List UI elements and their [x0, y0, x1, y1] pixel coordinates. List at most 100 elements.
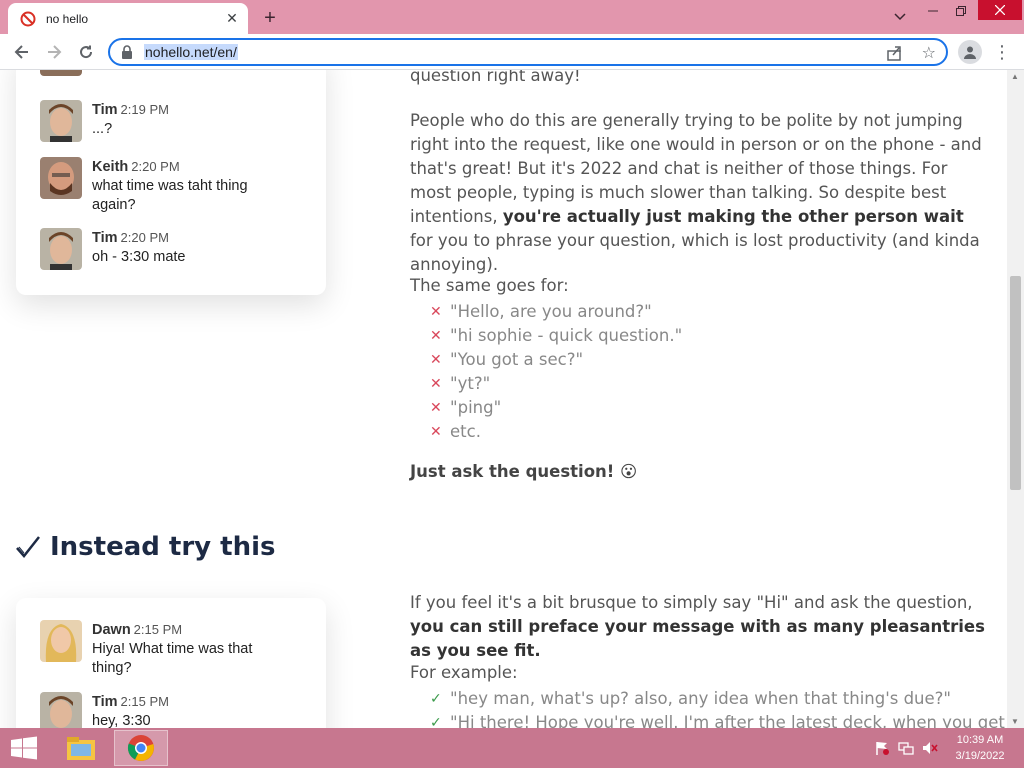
chrome-taskbar-icon[interactable] [114, 730, 168, 766]
list-item-text: "Hello, are you around?" [450, 302, 652, 321]
cross-icon: ✕ [430, 400, 442, 416]
list-item-text: "hey man, what's up? also, any idea when… [450, 689, 952, 708]
avatar [40, 620, 82, 662]
avatar [40, 157, 82, 199]
clock-time: 10:39 AM [956, 734, 1004, 746]
reload-icon[interactable] [74, 40, 98, 64]
chat-time: 2:15 PM [120, 694, 169, 709]
scroll-up-arrow-icon[interactable]: ▲ [1011, 72, 1019, 81]
paragraph-text: If you feel it's a bit brusque to simply… [410, 593, 973, 612]
avatar [40, 228, 82, 270]
minimize-button[interactable] [920, 0, 946, 22]
good-examples-list: ✓ "hey man, what's up? also, any idea whe… [430, 687, 1007, 728]
file-explorer-icon[interactable] [54, 730, 108, 766]
avatar [40, 692, 82, 728]
share-icon[interactable] [886, 44, 904, 62]
chat-message-partial: hi [40, 70, 277, 76]
chat-author: Tim [92, 230, 118, 246]
paragraph-bold: you're actually just making the other pe… [502, 207, 964, 226]
chat-message: Tim 2:15 PM hey, 3:30 [40, 692, 277, 728]
chat-example-card: Dawn 2:15 PM Hiya! What time was that thi… [16, 598, 326, 728]
cross-icon: ✕ [430, 328, 442, 344]
list-item: ✕ "Hello, are you around?" [430, 300, 682, 324]
list-item-text: "You got a sec?" [450, 350, 584, 369]
list-item: ✓ "Hi there! Hope you're well. I'm after … [430, 711, 1007, 728]
clock-date: 3/19/2022 [955, 750, 1005, 762]
url-text[interactable]: nohello.net/en/ [144, 44, 238, 60]
windows-start-icon[interactable] [10, 736, 38, 760]
bad-examples-list: ✕ "Hello, are you around?" ✕ "hi sophie - … [430, 300, 682, 444]
chat-text: oh - 3:30 mate [92, 249, 186, 265]
browser-tab[interactable]: no hello ✕ [8, 3, 248, 34]
bookmark-star-icon[interactable]: ☆ [922, 43, 936, 63]
network-icon[interactable] [898, 740, 914, 756]
chat-message: Tim 2:20 PM oh - 3:30 mate [40, 228, 277, 270]
just-ask-text: Just ask the question! 😮 [410, 462, 638, 481]
chat-time: 2:20 PM [120, 230, 169, 245]
list-item: ✕ etc. [430, 420, 682, 444]
chat-text: hey, 3:30 [92, 713, 151, 728]
list-item-text: "Hi there! Hope you're well. I'm after t… [450, 713, 1007, 728]
tab-close-icon[interactable]: ✕ [224, 10, 240, 27]
tab-search-chevron-icon[interactable] [888, 6, 912, 28]
list-item-text: "yt?" [450, 374, 491, 393]
list-item: ✕ "hi sophie - quick question." [430, 324, 682, 348]
browser-tab-bar: no hello ✕ + [0, 0, 1024, 34]
action-center-flag-icon[interactable] [874, 740, 890, 756]
no-entry-icon [20, 11, 36, 27]
back-arrow-icon[interactable] [10, 40, 34, 64]
windows-taskbar: 10:39 AM 3/19/2022 [0, 728, 1024, 768]
chat-text: hi [92, 70, 277, 76]
chat-author: Dawn [92, 622, 131, 638]
address-bar[interactable]: nohello.net/en/ ☆ [108, 38, 948, 66]
chat-message: Tim 2:19 PM ...? [40, 100, 277, 142]
list-item-text: etc. [450, 422, 481, 441]
cross-icon: ✕ [430, 304, 442, 320]
paragraph-wait: People who do this are generally trying … [410, 109, 990, 277]
page-scrollbar[interactable]: ▲ ▼ [1007, 70, 1024, 728]
web-page: hi Tim2:19 PM ...? Keith2:20 PM what tim… [0, 70, 1007, 728]
chat-message: Dawn 2:15 PM Hiya! What time was that thi… [40, 620, 277, 678]
list-item: ✕ "ping" [430, 396, 682, 420]
chat-text: Hiya! What time was that thing? [92, 641, 253, 676]
cross-icon: ✕ [430, 424, 442, 440]
scroll-down-arrow-icon[interactable]: ▼ [1011, 717, 1019, 726]
heading-text: Instead try this [50, 532, 276, 562]
paragraph-text: for you to phrase your question, which i… [410, 231, 980, 274]
chat-text: ...? [92, 121, 113, 137]
profile-avatar-icon[interactable] [958, 40, 982, 64]
browser-toolbar: nohello.net/en/ ☆ [0, 34, 1024, 70]
intro-tail-text: question right away! [410, 70, 581, 85]
check-icon: ✓ [430, 715, 442, 728]
chat-time: 2:20 PM [131, 159, 180, 174]
chat-author: Tim [92, 102, 118, 118]
chat-example-card: hi Tim2:19 PM ...? Keith2:20 PM what tim… [16, 70, 326, 295]
paragraph-bold: you can still preface your message with … [410, 617, 985, 660]
chat-author: Keith [92, 159, 129, 175]
chat-time: 2:19 PM [120, 102, 169, 117]
chat-text: what time was taht thing again? [92, 178, 248, 213]
section-heading: Instead try this [14, 532, 276, 562]
paragraph-pleasantries: If you feel it's a bit brusque to simply… [410, 591, 990, 663]
same-goes-label: The same goes for: [410, 276, 569, 295]
menu-kebab-icon[interactable]: ⋮ [993, 40, 1011, 64]
avatar [40, 100, 82, 142]
restore-button[interactable] [948, 0, 974, 22]
list-item: ✕ "You got a sec?" [430, 348, 682, 372]
new-tab-button[interactable]: + [258, 6, 282, 30]
list-item: ✕ "yt?" [430, 372, 682, 396]
check-icon: ✓ [430, 691, 442, 707]
scroll-thumb[interactable] [1010, 276, 1021, 490]
chat-message: Keith 2:20 PM what time was taht thing ag… [40, 157, 277, 215]
avatar [40, 70, 82, 76]
close-window-button[interactable] [978, 0, 1022, 20]
taskbar-clock[interactable]: 10:39 AM 3/19/2022 [950, 732, 1010, 764]
list-item-text: "hi sophie - quick question." [450, 326, 683, 345]
lock-icon[interactable] [120, 45, 134, 59]
cross-icon: ✕ [430, 376, 442, 392]
volume-muted-icon[interactable] [922, 740, 938, 756]
forward-arrow-icon[interactable] [42, 40, 66, 64]
tab-title: no hello [46, 11, 89, 26]
chat-time: 2:15 PM [133, 622, 183, 637]
cross-icon: ✕ [430, 352, 442, 368]
